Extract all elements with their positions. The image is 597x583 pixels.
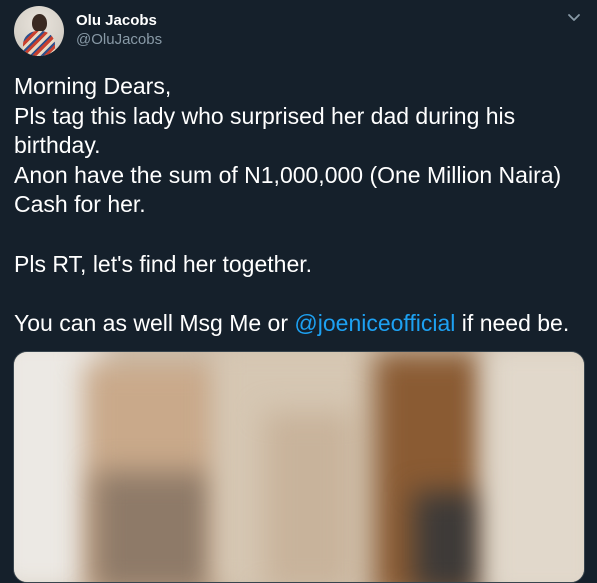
image-region	[264, 412, 354, 582]
image-region	[94, 472, 214, 582]
mention-link[interactable]: @joeniceofficial	[294, 310, 455, 336]
tweet-line: Pls tag this lady who surprised her dad …	[14, 102, 522, 159]
tweet-media-image[interactable]	[13, 351, 585, 583]
tweet-text: Morning Dears, Pls tag this lady who sur…	[14, 72, 594, 338]
author-handle[interactable]: @OluJacobs	[76, 31, 162, 48]
author-name[interactable]: Olu Jacobs	[76, 12, 157, 29]
tweet-card: Olu Jacobs @OluJacobs Morning Dears, Pls…	[0, 0, 597, 583]
chevron-down-icon[interactable]	[566, 12, 582, 24]
avatar-body	[23, 31, 55, 56]
tweet-line-end: if need be.	[455, 309, 570, 336]
avatar[interactable]	[14, 6, 64, 56]
tweet-line: You can as well Msg Me or	[14, 309, 295, 336]
image-region	[414, 492, 484, 582]
avatar-head	[32, 14, 47, 32]
tweet-line: Anon have the sum of N1,000,000 (One Mil…	[14, 161, 568, 218]
image-region	[484, 352, 584, 582]
tweet-line: Pls RT, let's find her together.	[14, 250, 313, 277]
tweet-line: Morning Dears,	[14, 73, 172, 99]
